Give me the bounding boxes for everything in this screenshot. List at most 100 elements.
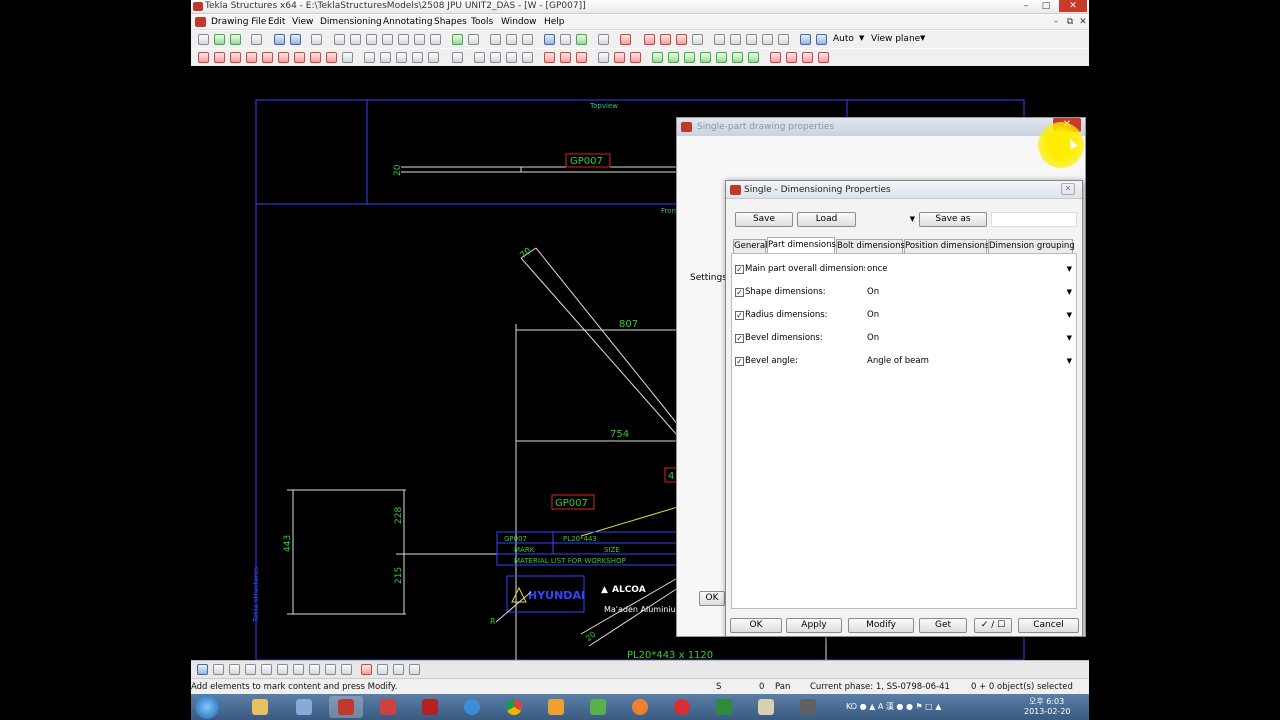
menu-edit[interactable]: Edit bbox=[268, 17, 285, 27]
taskbar-app-red[interactable] bbox=[665, 696, 699, 718]
diag-edge-2[interactable] bbox=[535, 247, 692, 442]
symbol-1-icon[interactable] bbox=[770, 52, 781, 63]
tab-position-dimensions[interactable]: Position dimensions bbox=[904, 239, 989, 253]
symbol-2-icon[interactable] bbox=[786, 52, 797, 63]
auto-select[interactable]: Auto bbox=[833, 34, 854, 44]
dim-20-text[interactable]: 20 bbox=[393, 164, 403, 176]
dim-215-text[interactable]: 215 bbox=[394, 567, 404, 584]
tray-time[interactable]: 오후 6:03 bbox=[1029, 696, 1064, 707]
snap-1-icon[interactable] bbox=[714, 34, 725, 45]
shape-circle-icon[interactable] bbox=[684, 52, 695, 63]
save-as-button[interactable]: Save as bbox=[919, 212, 987, 227]
doc-minimize-button[interactable]: – bbox=[1049, 16, 1063, 28]
shape-dimensions-select[interactable]: On ▼ bbox=[865, 286, 1075, 299]
shape-poly-icon[interactable] bbox=[716, 52, 727, 63]
mark-1-icon[interactable] bbox=[544, 52, 555, 63]
close-button[interactable]: ✕ bbox=[1059, 0, 1087, 12]
save-button[interactable]: Save bbox=[735, 212, 793, 227]
view-plane-select[interactable]: View plane bbox=[871, 34, 920, 44]
dim-754-text[interactable]: 754 bbox=[610, 429, 629, 440]
snap-4-icon[interactable] bbox=[762, 34, 773, 45]
dim-6-icon[interactable] bbox=[278, 52, 289, 63]
taskbar-app-tool[interactable] bbox=[791, 696, 825, 718]
view-5-icon[interactable] bbox=[398, 34, 409, 45]
get-button[interactable]: Get bbox=[919, 618, 967, 633]
view-6-icon[interactable] bbox=[414, 34, 425, 45]
taskbar-app-doc[interactable] bbox=[749, 696, 783, 718]
shape-dimensions-checkbox[interactable]: ✓ bbox=[735, 288, 744, 297]
taskbar-outlook[interactable] bbox=[539, 696, 573, 718]
dim-5-icon[interactable] bbox=[262, 52, 273, 63]
dim-9-icon[interactable] bbox=[326, 52, 337, 63]
select-sym-icon[interactable] bbox=[341, 664, 352, 675]
apply-button[interactable]: Apply bbox=[786, 618, 842, 633]
dim-1-icon[interactable] bbox=[198, 52, 209, 63]
select-icon[interactable] bbox=[544, 34, 555, 45]
maximize-button[interactable]: □ bbox=[1039, 0, 1053, 12]
bevel-angle-checkbox[interactable]: ✓ bbox=[735, 357, 744, 366]
mark2-text[interactable]: GP007 bbox=[555, 498, 588, 509]
zoom-in-icon[interactable] bbox=[490, 34, 501, 45]
auto-dropdown-icon[interactable]: ▼ bbox=[859, 34, 864, 42]
dim-807-text[interactable]: 807 bbox=[619, 319, 638, 330]
inner-close-button[interactable]: ✕ bbox=[1061, 183, 1075, 195]
menu-window[interactable]: Window bbox=[501, 17, 537, 27]
shape-arc-icon[interactable] bbox=[700, 52, 711, 63]
tab-part-dimensions[interactable]: Part dimensions bbox=[767, 237, 836, 253]
zoom-all-icon[interactable] bbox=[468, 34, 479, 45]
print-icon[interactable] bbox=[251, 34, 262, 45]
symbol-3-icon[interactable] bbox=[802, 52, 813, 63]
taskbar-app-green[interactable] bbox=[581, 696, 615, 718]
line-9-icon[interactable] bbox=[506, 52, 517, 63]
mark-4-icon[interactable] bbox=[598, 52, 609, 63]
inquire-icon[interactable] bbox=[560, 34, 571, 45]
taskbar-acrobat[interactable] bbox=[413, 696, 447, 718]
mark1-text[interactable]: GP007 bbox=[570, 156, 603, 167]
line-6-icon[interactable] bbox=[452, 52, 463, 63]
snap-int-icon[interactable] bbox=[393, 664, 404, 675]
copy-icon[interactable] bbox=[311, 34, 322, 45]
inner-dialog-titlebar[interactable]: Single - Dimensioning Properties ✕ bbox=[726, 181, 1082, 199]
dim-3-icon[interactable] bbox=[230, 52, 241, 63]
more-tools-icon[interactable] bbox=[598, 34, 609, 45]
frame-1-icon[interactable] bbox=[660, 34, 671, 45]
mark-5-icon[interactable] bbox=[614, 52, 625, 63]
topview-label[interactable]: Topview bbox=[589, 102, 618, 110]
taskbar-tekla-2[interactable] bbox=[371, 696, 405, 718]
menu-tools[interactable]: Tools bbox=[471, 17, 493, 27]
dim-10-icon[interactable] bbox=[342, 52, 353, 63]
zoom-window-icon[interactable] bbox=[522, 34, 533, 45]
taskbar-tekla[interactable] bbox=[329, 696, 363, 718]
modify-button[interactable]: Modify bbox=[848, 618, 914, 633]
doc-restore-button[interactable]: ⧉ bbox=[1063, 16, 1077, 28]
radius-dimensions-checkbox[interactable]: ✓ bbox=[735, 311, 744, 320]
line-1-icon[interactable] bbox=[364, 52, 375, 63]
tab-general[interactable]: General bbox=[733, 239, 768, 253]
taskbar-excel[interactable] bbox=[707, 696, 741, 718]
open-icon[interactable] bbox=[214, 34, 225, 45]
line-5-icon[interactable] bbox=[428, 52, 439, 63]
snap-end-icon[interactable] bbox=[361, 664, 372, 675]
redo-icon[interactable] bbox=[290, 34, 301, 45]
doc-close-button[interactable]: ✕ bbox=[1077, 16, 1089, 28]
zoom-out-icon[interactable] bbox=[506, 34, 517, 45]
dim-443-text[interactable]: 443 bbox=[283, 535, 293, 552]
snap-free-icon[interactable] bbox=[409, 664, 420, 675]
dim-4-icon[interactable] bbox=[246, 52, 257, 63]
menu-annotating[interactable]: Annotating bbox=[383, 17, 433, 27]
measure-icon[interactable] bbox=[576, 34, 587, 45]
line-3-icon[interactable] bbox=[396, 52, 407, 63]
minimize-button[interactable]: – bbox=[1019, 0, 1033, 12]
bevel-dimensions-select[interactable]: On ▼ bbox=[865, 332, 1075, 345]
radius-dimensions-select[interactable]: On ▼ bbox=[865, 309, 1075, 322]
select-grid-icon[interactable] bbox=[325, 664, 336, 675]
start-button[interactable] bbox=[195, 695, 219, 719]
select-dim-icon[interactable] bbox=[261, 664, 272, 675]
snap-7-icon[interactable] bbox=[816, 34, 827, 45]
bottom-label[interactable]: PL20*443 x 1120 bbox=[627, 650, 713, 660]
taskbar-explorer[interactable] bbox=[243, 696, 277, 718]
menu-view[interactable]: View bbox=[292, 17, 313, 27]
snap-mid-icon[interactable] bbox=[377, 664, 388, 675]
settings-file-select[interactable]: ▼ bbox=[861, 212, 915, 227]
bevel-dimensions-checkbox[interactable]: ✓ bbox=[735, 334, 744, 343]
